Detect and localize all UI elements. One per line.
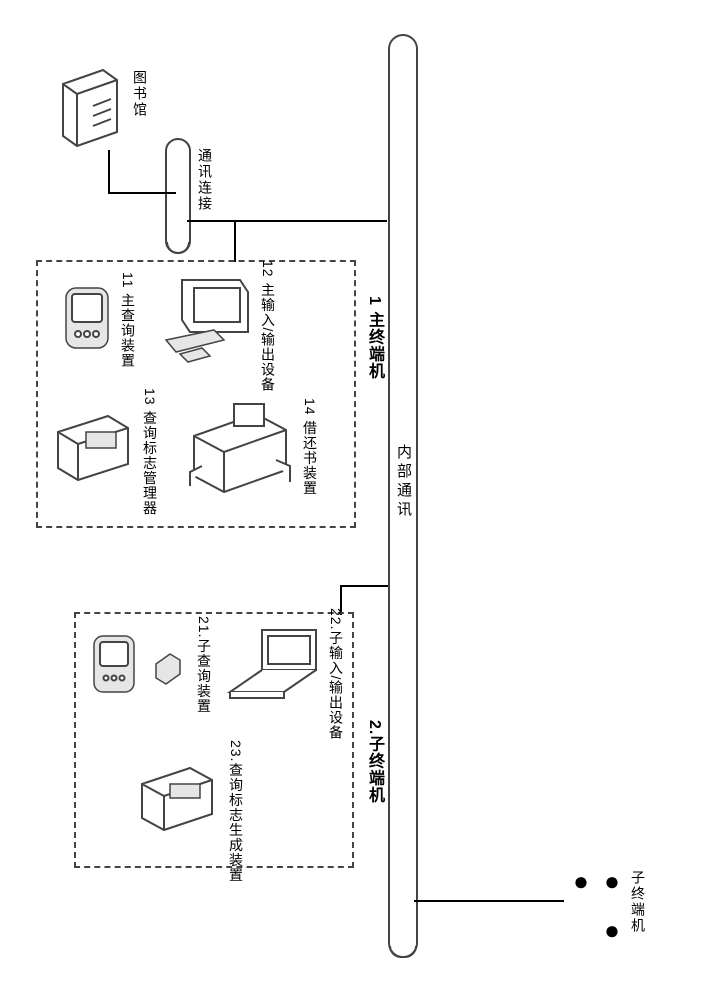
monitor-icon bbox=[162, 274, 252, 367]
diagram-stage: 图书馆 通讯连接 内部通讯 ● ● ● 子终端机 1 主终端机 11 主查询装置 bbox=[0, 0, 718, 1000]
conn-main-pipes bbox=[187, 220, 387, 222]
external-comm-label: 通讯连接 bbox=[195, 148, 215, 212]
pda-icon bbox=[60, 282, 114, 359]
c13-label: 13 查询标志管理器 bbox=[140, 388, 160, 515]
main-terminal-title: 1 主终端机 bbox=[362, 296, 386, 379]
printer-icon bbox=[50, 406, 136, 487]
c11-label: 11 主查询装置 bbox=[118, 272, 138, 368]
checkout-machine-icon bbox=[186, 396, 296, 499]
library-label: 图书馆 bbox=[130, 70, 150, 118]
internal-comm-label: 内部通讯 bbox=[393, 444, 414, 520]
conn-main-drop bbox=[234, 220, 236, 262]
c23-label: 23.查询标志生成装置 bbox=[226, 740, 246, 882]
conn-server-pipe bbox=[108, 150, 110, 194]
c21-label: 21.子查询装置 bbox=[194, 616, 214, 713]
external-comm-pipe bbox=[165, 138, 191, 254]
conn-sub-pipe bbox=[340, 585, 388, 587]
server-icon bbox=[55, 66, 125, 154]
ellipsis-icon: ● ● ● bbox=[565, 866, 627, 1000]
c22-label: 22.子输入/输出设备 bbox=[326, 608, 346, 740]
sub-terminal-title: 2.子终端机 bbox=[362, 720, 386, 803]
printer-small-icon bbox=[136, 760, 218, 837]
conn-more bbox=[414, 900, 564, 902]
c14-label: 14 借还书装置 bbox=[300, 398, 320, 495]
c12-label: 12 主输入/输出设备 bbox=[258, 260, 278, 392]
pda-icon-small bbox=[90, 632, 138, 701]
chip-icon bbox=[150, 650, 186, 689]
more-sub-terminal-label: 子终端机 bbox=[628, 870, 648, 934]
conn-server-pipe2 bbox=[108, 192, 176, 194]
laptop-icon bbox=[226, 626, 322, 709]
